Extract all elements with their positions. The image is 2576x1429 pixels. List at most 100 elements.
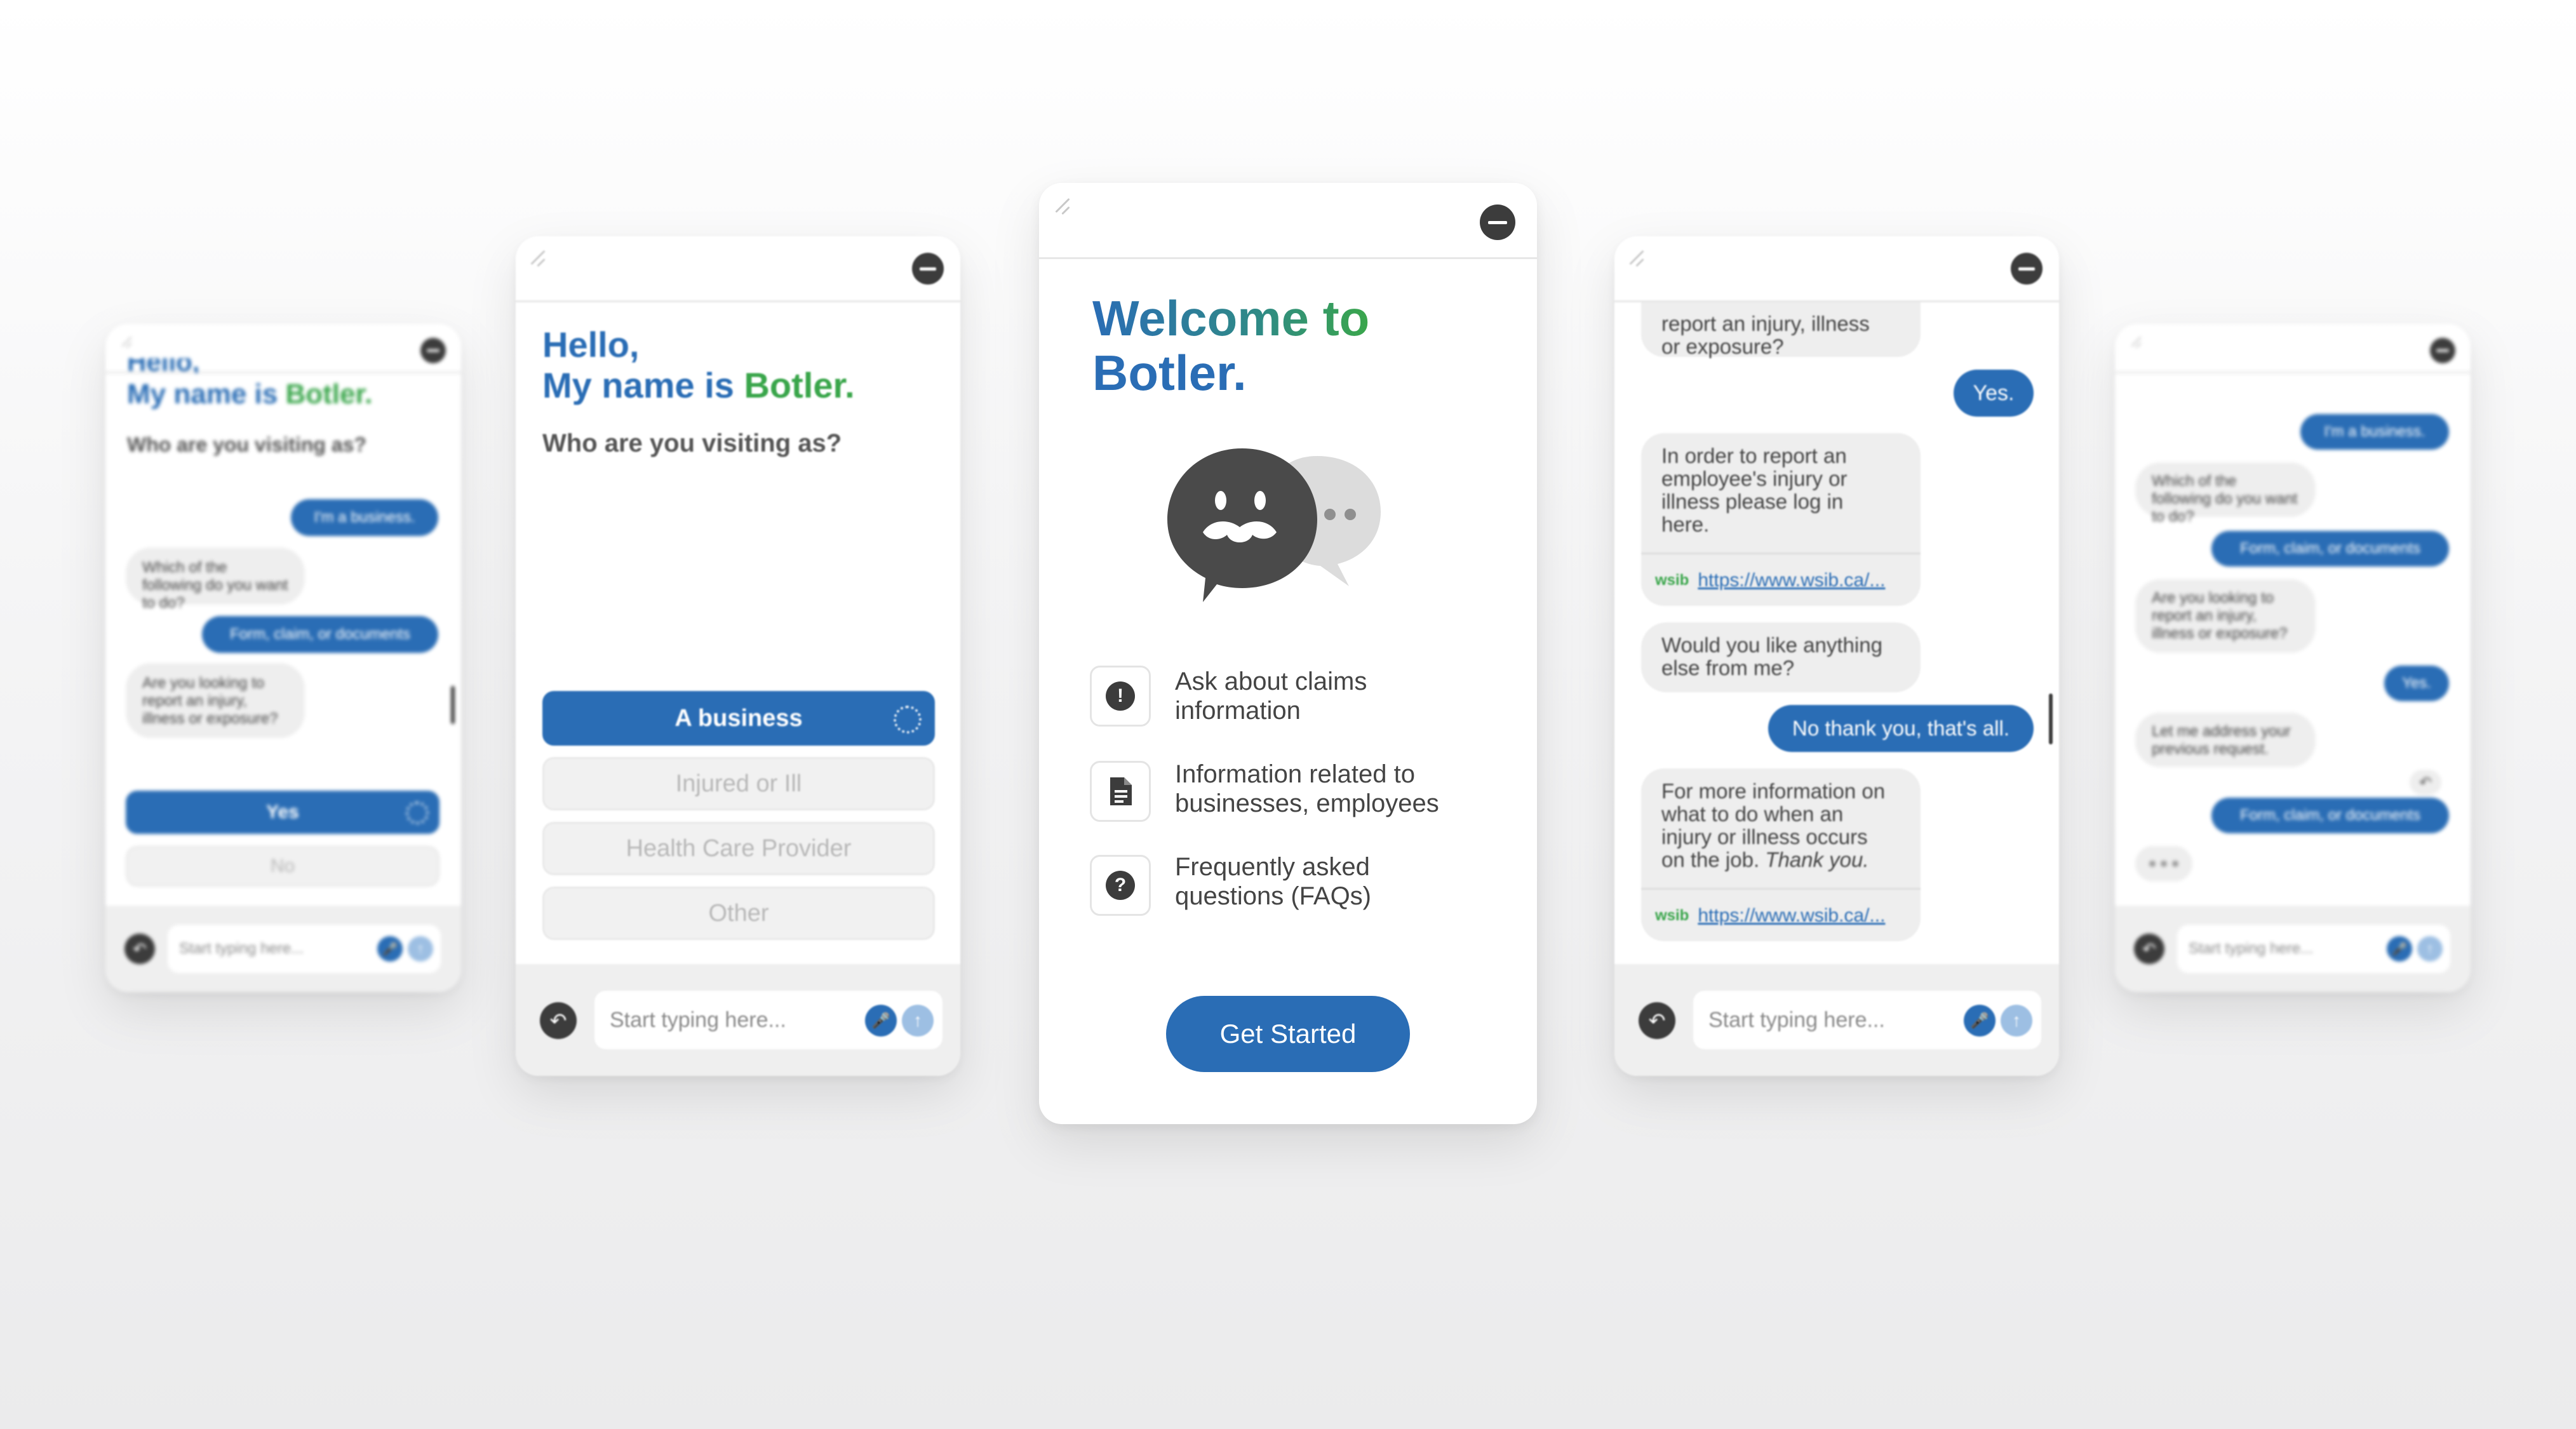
bot-message: For more information on what to do when … [1641,768,1921,941]
option-injured-button[interactable]: Injured or Ill [542,757,935,810]
message-line: or exposure? [1661,335,1784,358]
back-icon[interactable]: ↶ [124,934,155,964]
input-placeholder: Start typing here... [2189,940,2314,957]
message-input[interactable]: Start typing here... 🎤 ↑ [2177,925,2450,973]
no-button[interactable]: No [126,846,439,887]
option-health-care-button[interactable]: Health Care Provider [542,822,935,875]
message-line: what to do when an [1661,802,1844,826]
back-icon[interactable]: ↶ [2134,934,2164,964]
user-message: Form, claim, or documents [202,616,438,653]
resize-handle-icon[interactable] [120,335,135,350]
greeting-hello: Hello, [127,358,200,373]
message-body: In order to report an employee's injury … [1641,433,1921,536]
undo-icon[interactable]: ↶ [2410,770,2441,795]
microphone-icon[interactable]: 🎤 [1964,1005,1996,1037]
back-icon[interactable]: ↶ [540,1002,577,1039]
document-icon [1110,777,1132,805]
option-other-button[interactable]: Other [542,887,935,940]
feature-businesses-text: Information related to businesses, emplo… [1175,760,1439,818]
scrollbar[interactable] [451,686,455,724]
microphone-icon[interactable]: 🎤 [865,1005,897,1037]
get-started-button[interactable]: Get Started [1166,996,1410,1072]
message-input[interactable]: Start typing here... 🎤 ↑ [168,925,441,973]
user-message: I'm a business. [291,499,438,536]
feature-claims-text: Ask about claims information [1175,667,1367,725]
bot-message: Which of the following do you want to do… [2135,462,2316,525]
feature-line: questions (FAQs) [1175,882,1372,910]
greeting-name: My name is Botler. [542,365,855,406]
question-text: Who are you visiting as? [127,433,366,456]
minimize-icon[interactable] [912,253,944,285]
option-label: A business [674,704,803,732]
message-line: In order to report an [1661,444,1847,467]
typing-indicator-icon [2135,846,2192,882]
feature-row-faq[interactable]: ? [1090,855,1151,916]
greeting-prefix: My name is [542,365,744,405]
resize-handle-icon[interactable] [2130,335,2145,350]
resize-handle-icon[interactable] [528,248,550,269]
yes-label: Yes [266,802,299,822]
chat-card-right: report an injury, illness or exposure? Y… [1614,236,2059,1076]
send-icon[interactable]: ↑ [902,1005,934,1037]
message-input[interactable]: Start typing here... 🎤 ↑ [594,991,943,1049]
welcome-title-line1: Welcome to [1092,290,1370,346]
card-header [1614,236,2059,302]
user-message: No thank you, that's all. [1768,705,2034,752]
chat-footer: ↶ Start typing here... 🎤 ↑ [2115,906,2471,992]
feature-line: businesses, employees [1175,789,1439,817]
message-line: injury or illness occurs [1661,825,1868,849]
mustache-face-icon [1167,448,1317,602]
bot-message: Are you looking to report an injury, ill… [2135,579,2316,653]
input-placeholder: Start typing here... [1708,1007,1885,1032]
minimize-icon[interactable] [420,338,446,363]
bot-name: Botler. [285,379,373,410]
wsib-link[interactable]: https://www.wsib.ca/... [1698,569,1885,592]
bot-name: Botler. [744,365,855,405]
link-preview[interactable]: wsib https://www.wsib.ca/... [1641,553,1921,606]
loading-spinner-icon [406,802,429,824]
greeting-name: My name is Botler. [127,379,372,410]
option-business-button[interactable]: A business [542,691,935,746]
chat-footer: ↶ Start typing here... 🎤 ↑ [105,906,461,992]
user-message: Form, claim, or documents [2211,798,2449,833]
greeting-prefix: My name is [127,379,286,410]
back-icon[interactable]: ↶ [1639,1002,1675,1039]
message-line: Would you like anything [1661,633,1882,657]
user-message: Form, claim, or documents [2211,531,2449,567]
wsib-link[interactable]: https://www.wsib.ca/... [1698,904,1885,927]
chat-footer: ↶ Start typing here... 🎤 ↑ [1614,964,2059,1076]
send-icon[interactable]: ↑ [2001,1005,2032,1037]
bot-message: Let me address your previous request. [2135,713,2316,767]
resize-handle-icon[interactable] [1627,248,1649,269]
message-line: employee's injury or [1661,467,1848,490]
input-placeholder: Start typing here... [610,1007,786,1032]
send-icon[interactable]: ↑ [2417,936,2443,962]
message-input[interactable]: Start typing here... 🎤 ↑ [1693,991,2041,1049]
question-text: Who are you visiting as? [542,429,842,457]
scrollbar[interactable] [2049,694,2053,744]
link-preview[interactable]: wsib https://www.wsib.ca/... [1641,888,1921,941]
feature-line: Information related to [1175,760,1415,788]
feature-line: Frequently asked [1175,853,1370,881]
bot-message: Are you looking to report an injury, ill… [126,663,305,738]
user-message: Yes. [2384,666,2449,701]
feature-faq-text: Frequently asked questions (FAQs) [1175,852,1371,911]
wsib-logo-icon: wsib [1655,906,1689,924]
message-line: here. [1661,513,1710,536]
feature-row-claims[interactable]: ! [1090,666,1151,727]
loading-spinner-icon [894,706,922,734]
feature-line: Ask about claims [1175,668,1367,695]
microphone-icon[interactable]: 🎤 [377,936,403,962]
send-icon[interactable]: ↑ [408,936,433,962]
resize-handle-icon[interactable] [1053,196,1075,217]
greeting-hello: Hello, [542,325,640,365]
card-header [516,236,960,302]
microphone-icon[interactable]: 🎤 [2387,936,2412,962]
minimize-icon[interactable] [2430,338,2455,363]
feature-row-businesses[interactable] [1090,761,1151,822]
yes-button[interactable]: Yes [126,791,439,834]
question-icon: ? [1106,871,1135,900]
message-italic: Thank you. [1765,848,1869,871]
minimize-icon[interactable] [1480,205,1515,240]
minimize-icon[interactable] [2011,253,2043,285]
